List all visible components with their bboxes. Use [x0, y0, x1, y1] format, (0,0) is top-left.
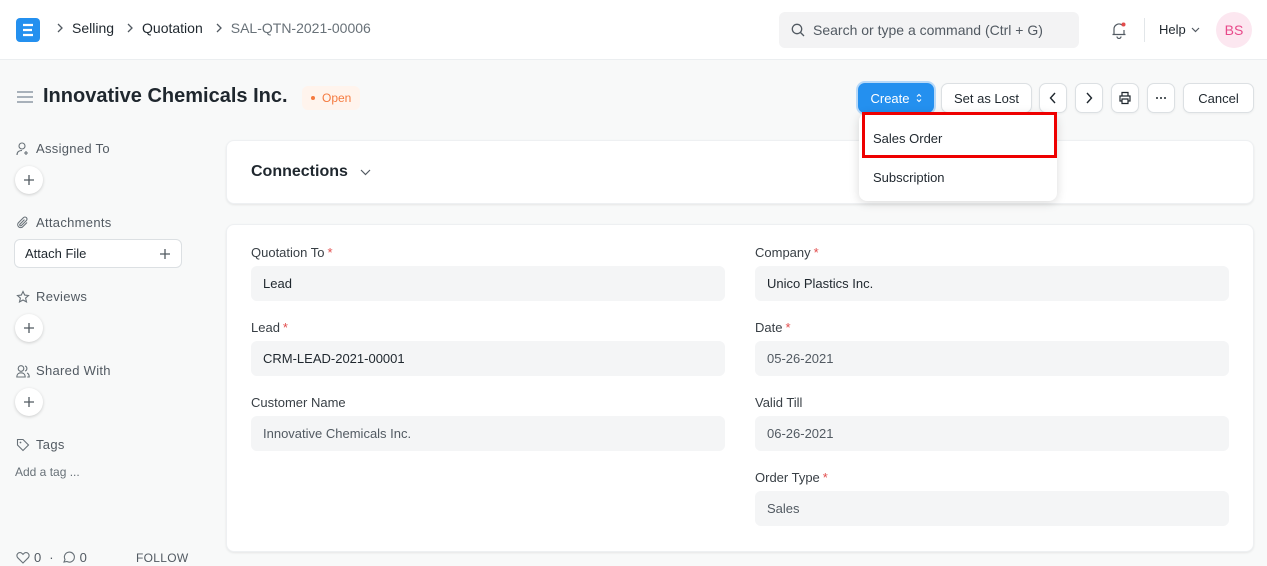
quotation-to-field[interactable]: Lead	[251, 266, 725, 301]
lead-field[interactable]: CRM-LEAD-2021-00001	[251, 341, 725, 376]
assigned-to-label: Assigned To	[36, 141, 110, 156]
attachments-label: Attachments	[36, 215, 112, 230]
chevron-right-icon	[215, 23, 223, 33]
chevron-down-icon	[360, 169, 371, 175]
quotation-to-label: Quotation To *	[251, 245, 333, 260]
comment-icon[interactable]	[62, 551, 76, 564]
order-type-label: Order Type *	[755, 470, 828, 485]
tag-icon	[16, 438, 30, 451]
valid-till-label: Valid Till	[755, 395, 803, 410]
set-as-lost-button[interactable]: Set as Lost	[941, 83, 1032, 113]
record-stats: 0 · 0	[16, 550, 87, 565]
app-logo[interactable]	[16, 18, 40, 42]
comments-count: 0	[79, 550, 87, 565]
menu-item-sales-order[interactable]: Sales Order	[873, 131, 942, 146]
plus-icon	[24, 175, 34, 185]
search-placeholder: Search or type a command (Ctrl + G)	[813, 22, 1043, 38]
company-field[interactable]: Unico Plastics Inc.	[755, 266, 1229, 301]
status-label: Open	[322, 91, 352, 105]
customer-name-field[interactable]: Innovative Chemicals Inc.	[251, 416, 725, 451]
add-tag-input[interactable]: Add a tag ...	[15, 465, 80, 479]
plus-icon	[24, 397, 34, 407]
add-share-button[interactable]	[15, 388, 43, 416]
heart-icon[interactable]	[16, 551, 30, 564]
previous-record-button[interactable]	[1039, 83, 1067, 113]
company-label: Company *	[755, 245, 819, 260]
tags-label: Tags	[36, 437, 65, 452]
connections-title: Connections	[251, 163, 348, 180]
ellipsis-icon	[1156, 97, 1166, 99]
more-actions-button[interactable]	[1147, 83, 1175, 113]
breadcrumb-quotation[interactable]: Quotation	[142, 20, 203, 36]
page-title: Innovative Chemicals Inc.	[43, 85, 288, 107]
search-icon	[791, 23, 805, 37]
hamburger-icon	[17, 91, 33, 103]
create-label: Create	[870, 90, 910, 106]
paperclip-icon	[17, 216, 28, 228]
select-arrows-icon	[916, 93, 921, 103]
shared-with-label: Shared With	[36, 363, 111, 378]
chevron-right-icon	[1086, 92, 1093, 104]
likes-count: 0	[34, 550, 42, 565]
order-type-field[interactable]: Sales	[755, 491, 1229, 526]
printer-icon	[1119, 91, 1131, 105]
plus-icon	[24, 323, 34, 333]
assigned-to-section: Assigned To	[16, 141, 110, 156]
valid-till-field[interactable]: 06-26-2021	[755, 416, 1229, 451]
add-user-icon	[16, 141, 28, 155]
sidebar-toggle-button[interactable]	[17, 91, 33, 106]
next-record-button[interactable]	[1075, 83, 1103, 113]
connections-toggle[interactable]: Connections	[251, 163, 371, 181]
print-button[interactable]	[1111, 83, 1139, 113]
shared-with-section: Shared With	[16, 363, 111, 378]
navbar-divider	[1144, 18, 1145, 42]
separator-dot: ·	[49, 550, 54, 565]
create-button[interactable]: Create	[858, 83, 934, 113]
search-input[interactable]: Search or type a command (Ctrl + G)	[779, 12, 1079, 48]
add-assignee-button[interactable]	[15, 166, 43, 194]
chevron-right-icon	[126, 23, 134, 33]
breadcrumb: Selling Quotation SAL-QTN-2021-00006	[56, 20, 383, 36]
star-icon	[16, 289, 30, 303]
breadcrumb-selling[interactable]: Selling	[72, 20, 114, 36]
tags-section: Tags	[16, 437, 65, 452]
connections-card	[226, 140, 1254, 204]
plus-icon	[160, 248, 170, 259]
erpnext-logo-icon	[23, 23, 33, 37]
reviews-section: Reviews	[16, 289, 87, 304]
chevron-left-icon	[1049, 92, 1056, 104]
menu-item-subscription[interactable]: Subscription	[873, 170, 945, 185]
status-badge: Open	[302, 86, 361, 110]
lead-label: Lead *	[251, 320, 288, 335]
attach-file-button[interactable]: Attach File	[14, 239, 182, 268]
attachments-section: Attachments	[16, 215, 112, 230]
chevron-right-icon	[56, 23, 64, 33]
add-review-button[interactable]	[15, 314, 43, 342]
date-label: Date *	[755, 320, 791, 335]
customer-name-label: Customer Name	[251, 395, 346, 410]
chevron-down-icon	[1191, 27, 1200, 32]
bell-icon	[1112, 22, 1126, 40]
users-icon	[16, 364, 30, 378]
date-field[interactable]: 05-26-2021	[755, 341, 1229, 376]
notifications-button[interactable]	[1110, 21, 1128, 42]
create-dropdown-menu: Sales Order Subscription	[859, 113, 1057, 201]
attach-file-label: Attach File	[25, 246, 87, 261]
status-dot-icon	[311, 96, 315, 100]
navbar: Selling Quotation SAL-QTN-2021-00006 Sea…	[0, 0, 1267, 60]
cancel-button[interactable]: Cancel	[1183, 83, 1254, 113]
help-label: Help	[1159, 22, 1186, 37]
breadcrumb-current[interactable]: SAL-QTN-2021-00006	[231, 20, 371, 36]
help-dropdown[interactable]: Help	[1159, 22, 1200, 37]
follow-button[interactable]: FOLLOW	[136, 551, 188, 565]
reviews-label: Reviews	[36, 289, 88, 304]
user-avatar[interactable]: BS	[1216, 12, 1252, 48]
